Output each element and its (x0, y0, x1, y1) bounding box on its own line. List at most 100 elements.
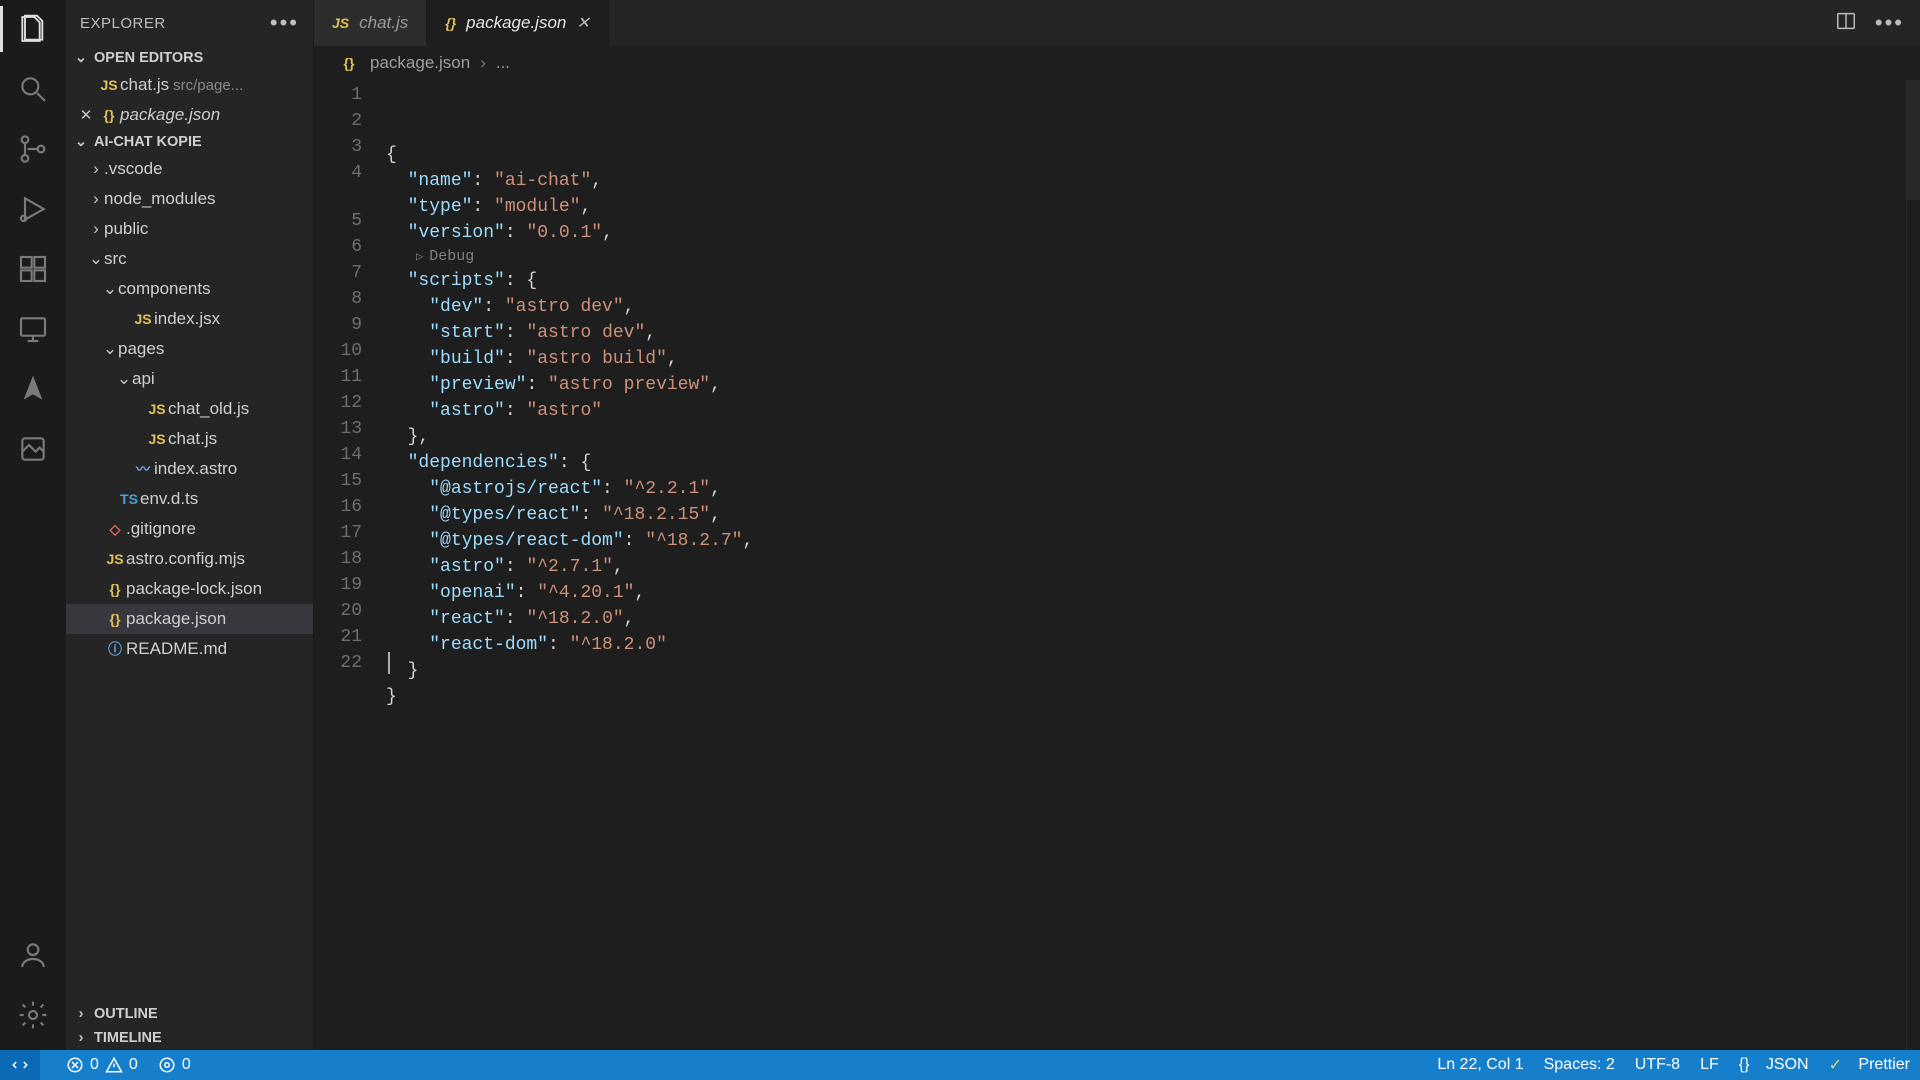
open-editor-item[interactable]: ✕{}package.json (66, 100, 313, 130)
activity-run-debug-icon[interactable] (16, 192, 50, 226)
open-editor-item[interactable]: JSchat.jssrc/page... (66, 70, 313, 100)
code-line[interactable]: "astro": "^2.7.1", (386, 554, 1920, 580)
accounts-icon[interactable] (16, 938, 50, 972)
close-icon[interactable]: ✕ (576, 13, 589, 33)
file-type-icon: {} (445, 15, 456, 31)
code-line[interactable]: "name": "ai-chat", (386, 168, 1920, 194)
encoding-status[interactable]: UTF-8 (1635, 1056, 1680, 1074)
ports-status[interactable]: 0 (158, 1056, 191, 1074)
activity-source-control-icon[interactable] (16, 132, 50, 166)
code-line[interactable]: "@types/react-dom": "^18.2.7", (386, 528, 1920, 554)
folder-item[interactable]: ›.vscode (66, 154, 313, 184)
folder-item[interactable]: ›node_modules (66, 184, 313, 214)
breadcrumb-file[interactable]: package.json (370, 53, 470, 73)
tree-item-label: package-lock.json (126, 579, 262, 599)
split-editor-icon[interactable] (1835, 10, 1857, 37)
line-number: 9 (314, 312, 386, 338)
tree-item-label: api (132, 369, 155, 389)
breadcrumb-tail[interactable]: ... (496, 53, 510, 73)
close-icon[interactable]: ✕ (74, 106, 98, 124)
file-item[interactable]: TSenv.d.ts (66, 484, 313, 514)
settings-gear-icon[interactable] (16, 998, 50, 1032)
activity-explorer-icon[interactable] (16, 12, 50, 46)
line-number: 17 (314, 520, 386, 546)
code-line[interactable]: "version": "0.0.1", (386, 220, 1920, 246)
file-item[interactable]: JSchat.js (66, 424, 313, 454)
line-number: 11 (314, 364, 386, 390)
code-line[interactable]: "openai": "^4.20.1", (386, 580, 1920, 606)
breadcrumbs[interactable]: {} package.json › ... (314, 46, 1920, 80)
activity-astro-icon[interactable] (16, 372, 50, 406)
line-number: 10 (314, 338, 386, 364)
file-item[interactable]: JSastro.config.mjs (66, 544, 313, 574)
code-line[interactable]: "dev": "astro dev", (386, 294, 1920, 320)
minimap-viewport[interactable] (1907, 80, 1920, 200)
warning-count: 0 (129, 1056, 138, 1074)
code-line[interactable]: "type": "module", (386, 194, 1920, 220)
line-number: 2 (314, 108, 386, 134)
code-line[interactable]: }, (386, 424, 1920, 450)
folder-item[interactable]: ⌄pages (66, 334, 313, 364)
file-item[interactable]: {}package-lock.json (66, 574, 313, 604)
outline-section[interactable]: › OUTLINE (66, 1002, 313, 1026)
chevron-right-icon: › (480, 53, 486, 73)
file-item[interactable]: JSchat_old.js (66, 394, 313, 424)
code-line[interactable]: "build": "astro build", (386, 346, 1920, 372)
code-line[interactable]: "preview": "astro preview", (386, 372, 1920, 398)
problems-status[interactable]: 0 0 (66, 1056, 138, 1074)
code-line[interactable]: "scripts": { (386, 268, 1920, 294)
code-line[interactable]: } (386, 658, 1920, 684)
open-editors-label: OPEN EDITORS (94, 50, 203, 66)
file-item[interactable]: 〰index.astro (66, 454, 313, 484)
activity-extra-icon[interactable] (16, 432, 50, 466)
cursor-position[interactable]: Ln 22, Col 1 (1437, 1056, 1523, 1074)
code-line[interactable]: "react-dom": "^18.2.0" (386, 632, 1920, 658)
minimap-scrollbar[interactable] (1906, 80, 1920, 1050)
line-number: 4 (314, 160, 386, 186)
code-editor[interactable]: 12345678910111213141516171819202122 { "n… (314, 80, 1920, 1050)
chevron-right-icon: › (74, 1030, 88, 1046)
code-line[interactable]: "start": "astro dev", (386, 320, 1920, 346)
code-line[interactable]: "react": "^18.2.0", (386, 606, 1920, 632)
sidebar-more-icon[interactable]: ••• (270, 10, 299, 36)
code-line[interactable]: "@astrojs/react": "^2.2.1", (386, 476, 1920, 502)
code-line[interactable]: { (386, 142, 1920, 168)
tree-item-label: public (104, 219, 148, 239)
folder-item[interactable]: ⌄src (66, 244, 313, 274)
tab-label: package.json (466, 13, 566, 33)
project-section[interactable]: ⌄ AI-CHAT KOPIE (66, 130, 313, 154)
file-item[interactable]: ⓘREADME.md (66, 634, 313, 664)
open-editors-section[interactable]: ⌄ OPEN EDITORS (66, 46, 313, 70)
indentation-status[interactable]: Spaces: 2 (1544, 1056, 1615, 1074)
code-line[interactable]: "dependencies": { (386, 450, 1920, 476)
file-tree: ›.vscode›node_modules›public⌄src⌄compone… (66, 154, 313, 1002)
code-line[interactable]: } (386, 684, 1920, 710)
file-item[interactable]: ◇.gitignore (66, 514, 313, 544)
language-mode[interactable]: {} JSON (1739, 1056, 1809, 1074)
code-line[interactable]: "@types/react": "^18.2.15", (386, 502, 1920, 528)
timeline-section[interactable]: › TIMELINE (66, 1026, 313, 1050)
editor-tab[interactable]: JSchat.js (314, 0, 427, 46)
more-actions-icon[interactable]: ••• (1875, 10, 1904, 36)
code-line[interactable]: "astro": "astro" (386, 398, 1920, 424)
file-item[interactable]: {}package.json (66, 604, 313, 634)
line-number-gutter: 12345678910111213141516171819202122 (314, 80, 386, 1050)
folder-item[interactable]: ›public (66, 214, 313, 244)
tree-item-label: index.jsx (154, 309, 220, 329)
remote-indicator[interactable] (0, 1050, 40, 1080)
folder-item[interactable]: ⌄components (66, 274, 313, 304)
chevron-icon: ⌄ (88, 249, 104, 269)
formatter-status[interactable]: ✓ Prettier (1829, 1055, 1910, 1075)
code-line[interactable] (386, 710, 1920, 736)
activity-search-icon[interactable] (16, 72, 50, 106)
file-item[interactable]: JSindex.jsx (66, 304, 313, 334)
code-content[interactable]: { "name": "ai-chat", "type": "module", "… (386, 80, 1920, 1050)
activity-remote-explorer-icon[interactable] (16, 312, 50, 346)
activity-extensions-icon[interactable] (16, 252, 50, 286)
activity-bar (0, 0, 66, 1050)
tree-item-label: src (104, 249, 127, 269)
folder-item[interactable]: ⌄api (66, 364, 313, 394)
eol-status[interactable]: LF (1700, 1056, 1719, 1074)
debug-codelens[interactable]: ▷Debug (386, 246, 1920, 268)
editor-tab[interactable]: {} package.json ✕ (427, 0, 609, 46)
